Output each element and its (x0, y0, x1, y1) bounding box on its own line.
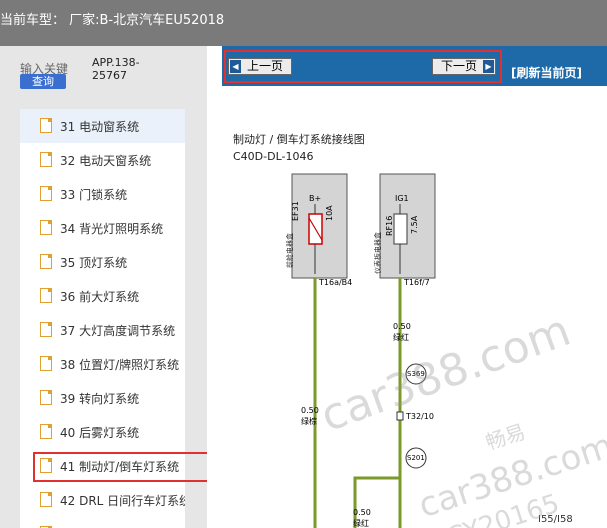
wire-3-size: 0.50 (353, 508, 371, 517)
document-icon (40, 220, 52, 235)
refresh-link[interactable]: [刷新当前页] (511, 64, 582, 81)
document-icon (40, 424, 52, 439)
connector-symbol (396, 411, 404, 421)
list-item-label: 41 制动灯/倒车灯系统 (60, 460, 180, 474)
list-item[interactable]: 33 门锁系统 (20, 177, 185, 211)
list-item[interactable]: 39 转向灯系统 (20, 381, 185, 415)
wire-2-size: 0.50 (393, 322, 411, 331)
splice-1-label: S369 (407, 370, 425, 378)
list-item-label: 36 前大灯系统 (60, 290, 140, 304)
document-icon (40, 118, 52, 133)
document-icon (40, 458, 52, 473)
document-icon (40, 152, 52, 167)
sidebar: 输入关键 查询 APP.138-25767 31 电动窗系统 32 电动天窗系统… (0, 46, 207, 528)
list-item-label: 39 转向灯系统 (60, 392, 140, 406)
list-item[interactable]: 42 DRL 日间行车灯系统 (20, 483, 185, 517)
fuse-2-name: RF16 (385, 215, 394, 236)
nav-highlight (224, 50, 502, 83)
list-item-label: 32 电动天窗系统 (60, 154, 152, 168)
wire-1-color: 绿棕 (301, 417, 317, 426)
fuse-1-pin: T16a/B4 (319, 278, 353, 287)
document-icon (40, 322, 52, 337)
list-item-label: 35 顶灯系统 (60, 256, 128, 270)
document-icon (40, 356, 52, 371)
fuse-1-rating: 10A (325, 205, 334, 221)
list-item[interactable]: 38 位置灯/牌照灯系统 (20, 347, 185, 381)
document-icon (40, 186, 52, 201)
top-bar: 当前车型： 厂家:B-北京汽车EU52018 (0, 0, 607, 46)
fuse-2-box-label: 仪表板电器盒 (374, 232, 382, 274)
vehicle-title: 当前车型： 厂家:B-北京汽车EU52018 (0, 13, 225, 28)
list-item-active[interactable]: 41 制动灯/倒车灯系统 (20, 449, 185, 483)
fuse-1-tag: B+ (309, 194, 322, 203)
list-item[interactable]: 34 背光灯照明系统 (20, 211, 185, 245)
list-item-label: 31 电动窗系统 (60, 120, 140, 134)
splice-2-label: S201 (407, 454, 425, 462)
list-item-label: 40 后雾灯系统 (60, 426, 140, 440)
system-list: 31 电动窗系统 32 电动天窗系统 33 门锁系统 34 背光灯照明系统 35… (20, 109, 185, 528)
fuse-2-rating: 7.5A (410, 215, 419, 234)
search-button[interactable]: 查询 (20, 74, 66, 89)
connector-label: T32/10 (406, 412, 434, 421)
list-item-label: 33 门锁系统 (60, 188, 128, 202)
document-icon (40, 288, 52, 303)
page-number: I55/I58 (538, 514, 573, 525)
fuse-2-tag: IG1 (395, 194, 409, 203)
list-item[interactable]: 40 后雾灯系统 (20, 415, 185, 449)
document-icon (40, 492, 52, 507)
fuse-1-name: EF31 (291, 201, 300, 221)
fuse-2-symbol (393, 213, 408, 245)
wire-2-color: 绿红 (393, 333, 409, 342)
list-item[interactable]: 35 顶灯系统 (20, 245, 185, 279)
wire-1-size: 0.50 (301, 406, 319, 415)
document-icon (40, 390, 52, 405)
list-item[interactable]: 31 电动窗系统 (20, 109, 185, 143)
fuse-1-box-label: 前舱电器盒 (286, 233, 294, 268)
diagram-view: 制动灯 / 倒车灯系统接线图 C40D-DL-1046 B+ EF31 10A … (225, 86, 607, 528)
wire-3-color: 绿红 (353, 519, 369, 528)
list-item-label: 37 大灯高度调节系统 (60, 324, 176, 338)
list-item[interactable]: 32 电动天窗系统 (20, 143, 185, 177)
divider (207, 46, 222, 528)
list-item[interactable] (20, 517, 185, 528)
list-item-label: 38 位置灯/牌照灯系统 (60, 358, 180, 372)
list-item[interactable]: 37 大灯高度调节系统 (20, 313, 185, 347)
fuse-2-pin: T16f/7 (404, 278, 430, 287)
list-item-label: 42 DRL 日间行车灯系统 (60, 494, 185, 508)
document-icon (40, 254, 52, 269)
list-item-label: 34 背光灯照明系统 (60, 222, 164, 236)
list-item[interactable]: 36 前大灯系统 (20, 279, 185, 313)
app-id: APP.138-25767 (92, 56, 140, 82)
